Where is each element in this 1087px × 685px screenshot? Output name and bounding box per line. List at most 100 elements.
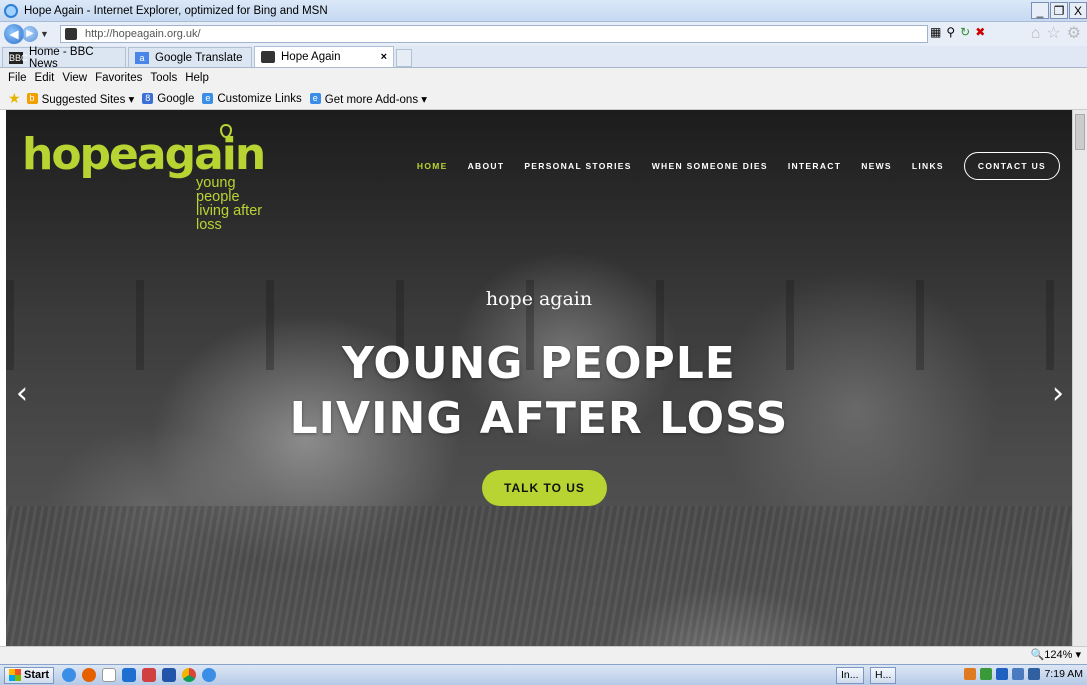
- menu-bar: File Edit View Favorites Tools Help: [0, 68, 1087, 88]
- carousel-next-icon[interactable]: ›: [1052, 376, 1064, 411]
- calendar-icon[interactable]: [142, 668, 157, 682]
- fav-label: Suggested Sites ▾: [41, 93, 135, 106]
- menu-edit[interactable]: Edit: [35, 72, 55, 84]
- ie-page-icon: e: [202, 93, 214, 104]
- restore-button[interactable]: ❐: [1050, 2, 1068, 19]
- fav-customize-links[interactable]: e Customize Links: [202, 92, 302, 105]
- windows-flag-icon: [9, 669, 21, 681]
- search-icon[interactable]: ⚲: [946, 25, 955, 39]
- fav-suggested-sites[interactable]: b Suggested Sites ▾: [26, 92, 135, 106]
- menu-tools[interactable]: Tools: [150, 72, 177, 84]
- hero-subtitle: hope again: [485, 288, 593, 310]
- volume-icon[interactable]: [1028, 668, 1041, 680]
- taskbar-item-1[interactable]: In...: [836, 667, 864, 684]
- fav-label: Customize Links: [217, 92, 302, 105]
- nav-news[interactable]: NEWS: [861, 161, 892, 171]
- menu-help[interactable]: Help: [185, 72, 209, 84]
- site-favicon-icon: [65, 28, 77, 40]
- vertical-scrollbar[interactable]: [1072, 110, 1087, 646]
- tab-label: Google Translate: [155, 51, 243, 64]
- site-logo[interactable]: hopeagain young people living after loss: [22, 124, 266, 232]
- tray-icon-1[interactable]: [964, 668, 977, 680]
- refresh-icon[interactable]: ↻: [960, 25, 970, 39]
- nav-when-someone-dies[interactable]: WHEN SOMEONE DIES: [652, 161, 768, 171]
- tray-icon-2[interactable]: [980, 668, 993, 680]
- url-input[interactable]: [85, 28, 685, 40]
- globe-icon[interactable]: [202, 668, 217, 682]
- status-bar: 🔍124% ▾: [0, 646, 1087, 664]
- menu-view[interactable]: View: [62, 72, 87, 84]
- close-window-button[interactable]: X: [1069, 2, 1087, 19]
- outlook-icon[interactable]: [122, 668, 137, 682]
- chrome-icon[interactable]: [182, 668, 197, 682]
- minimize-button[interactable]: _: [1031, 2, 1049, 19]
- logo-tagline-line-2: living after loss: [196, 203, 263, 233]
- home-icon[interactable]: ⌂: [1031, 25, 1041, 43]
- logo-tagline-line-1: young people: [196, 175, 240, 205]
- history-dropdown-icon[interactable]: ▼: [40, 29, 49, 39]
- close-tab-icon[interactable]: ×: [381, 51, 387, 63]
- fav-label: Get more Add-ons ▾: [324, 93, 428, 106]
- network-icon[interactable]: [1012, 668, 1025, 680]
- menu-favorites[interactable]: Favorites: [95, 72, 142, 84]
- bbc-icon: BBC: [9, 51, 28, 64]
- favorites-star-icon[interactable]: ★: [8, 90, 21, 107]
- system-tray: 7:19 AM: [964, 668, 1083, 680]
- ie-page-icon: e: [309, 93, 321, 104]
- translate-icon: a: [135, 51, 149, 64]
- document-icon[interactable]: [102, 668, 117, 682]
- menu-file[interactable]: File: [8, 72, 27, 84]
- talk-to-us-button[interactable]: TALK TO US: [482, 470, 607, 506]
- ie-icon[interactable]: [62, 668, 77, 682]
- address-tools: ▦ ⚲ ↻ ✖: [930, 25, 990, 39]
- address-row: ◀ ▶ ▼ ▦ ⚲ ↻ ✖ ⌂ ☆ ⚙: [0, 22, 1087, 46]
- bing-icon: b: [26, 93, 38, 104]
- forward-button[interactable]: ▶: [22, 26, 38, 42]
- clock[interactable]: 7:19 AM: [1044, 668, 1083, 680]
- start-button[interactable]: Start: [4, 666, 55, 684]
- tab-hope-again[interactable]: Hope Again ×: [254, 46, 394, 67]
- nav-links[interactable]: LINKS: [912, 161, 944, 171]
- fav-google[interactable]: 8 Google: [142, 93, 194, 105]
- window-controls: _ ❐ X: [1030, 2, 1087, 19]
- hero-photo-grass: [6, 506, 1072, 646]
- address-bar[interactable]: [60, 25, 928, 43]
- window-title: Hope Again - Internet Explorer, optimize…: [24, 4, 328, 17]
- tray-icon-3[interactable]: [996, 668, 1009, 680]
- taskbar-item-2[interactable]: H...: [870, 667, 897, 684]
- compatibility-icon[interactable]: ▦: [930, 25, 941, 39]
- tab-label: Home - BBC News: [29, 45, 94, 70]
- site-navigation: HOME ABOUT PERSONAL STORIES WHEN SOMEONE…: [397, 152, 1060, 180]
- browser-toolbar-icons: ⌂ ☆ ⚙: [1025, 25, 1081, 43]
- hero-title: YOUNG PEOPLE LIVING AFTER LOSS: [6, 336, 1072, 446]
- quick-launch: [62, 668, 222, 682]
- nav-home[interactable]: HOME: [417, 161, 448, 171]
- windows-taskbar: Start In... H... 7:19 AM: [0, 664, 1087, 685]
- scrollbar-thumb[interactable]: [1075, 114, 1085, 150]
- favorites-star-icon[interactable]: ☆: [1046, 25, 1060, 43]
- contact-us-button[interactable]: CONTACT US: [963, 152, 1060, 180]
- logo-tagline: young people living after loss: [196, 175, 264, 233]
- internet-explorer-icon: [4, 3, 18, 18]
- hero-title-line-2: LIVING AFTER LOSS: [289, 393, 789, 444]
- stop-icon[interactable]: ✖: [975, 25, 985, 39]
- zoom-level[interactable]: 🔍124% ▾: [1031, 648, 1081, 661]
- fav-get-addons[interactable]: e Get more Add-ons ▾: [309, 92, 428, 106]
- gear-icon[interactable]: ⚙: [1067, 25, 1081, 43]
- back-button[interactable]: ◀: [4, 24, 24, 44]
- tab-bbc-news[interactable]: BBC Home - BBC News: [2, 45, 126, 70]
- media-icon[interactable]: [162, 668, 177, 682]
- carousel-prev-icon[interactable]: ‹: [16, 376, 28, 411]
- tab-google-translate[interactable]: a Google Translate: [128, 47, 252, 67]
- firefox-icon[interactable]: [82, 668, 97, 682]
- new-tab-button[interactable]: [396, 49, 412, 67]
- tab-row: BBC Home - BBC News a Google Translate H…: [0, 45, 1087, 70]
- web-content: hopeagain young people living after loss…: [6, 110, 1072, 646]
- fav-label: Google: [157, 92, 195, 105]
- tab-label: Hope Again: [281, 51, 341, 63]
- nav-about[interactable]: ABOUT: [468, 161, 505, 171]
- nav-personal-stories[interactable]: PERSONAL STORIES: [524, 161, 631, 171]
- nav-interact[interactable]: INTERACT: [788, 161, 841, 171]
- window-title-bar: Hope Again - Internet Explorer, optimize…: [0, 0, 1087, 22]
- hero-title-line-1: YOUNG PEOPLE: [342, 338, 736, 389]
